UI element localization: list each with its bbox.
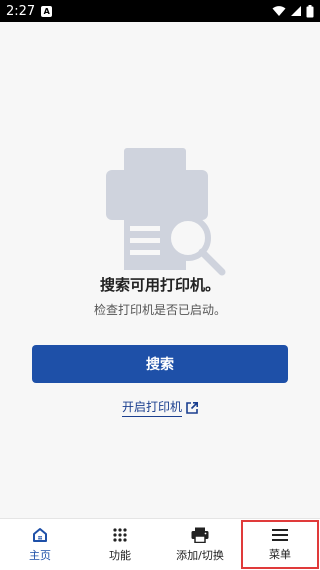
search-button[interactable]: 搜索 — [32, 345, 288, 383]
printer-search-illustration-icon — [106, 148, 226, 276]
status-right — [272, 4, 314, 18]
app-notification-icon: A — [41, 5, 53, 17]
nav-label-functions: 功能 — [109, 548, 131, 562]
home-icon — [33, 527, 47, 542]
empty-state-subtitle: 检查打印机是否已启动。 — [93, 303, 226, 317]
battery-icon — [306, 4, 314, 17]
nav-label-menu: 菜单 — [269, 547, 291, 561]
nav-label-add-switch: 添加/切换 — [176, 548, 224, 562]
nav-item-add-switch[interactable]: 添加/切换 — [160, 519, 240, 570]
open-printer-link[interactable]: 开启打印机 — [0, 398, 320, 417]
main-content: 搜索可用打印机。 检查打印机是否已启动。 搜索 开启打印机 — [0, 22, 320, 518]
empty-state-title: 搜索可用打印机。 — [99, 276, 220, 294]
bottom-navigation: 主页 功能 添加/切换 菜单 — [0, 518, 320, 570]
signal-icon — [291, 6, 301, 16]
nav-item-menu[interactable]: 菜单 — [240, 519, 320, 570]
status-time: 2:27 — [6, 3, 36, 19]
hamburger-menu-icon — [272, 528, 288, 541]
printer-icon — [191, 527, 209, 543]
external-link-icon — [186, 401, 198, 414]
nav-item-home[interactable]: 主页 — [0, 519, 80, 570]
status-bar: 2:27 A — [0, 0, 320, 22]
wifi-icon — [272, 6, 286, 16]
open-printer-link-label[interactable]: 开启打印机 — [121, 398, 182, 417]
status-left: 2:27 A — [6, 3, 53, 19]
nav-item-functions[interactable]: 功能 — [80, 519, 160, 570]
nav-label-home: 主页 — [29, 548, 51, 562]
grid-dots-icon — [113, 527, 127, 542]
